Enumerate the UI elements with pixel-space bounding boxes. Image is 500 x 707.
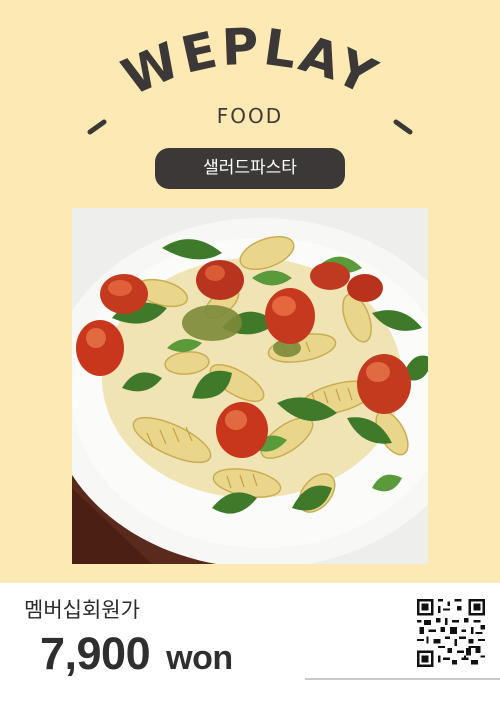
brand-subtitle: FOOD bbox=[216, 104, 284, 128]
salad-pasta-photo bbox=[72, 208, 428, 564]
price-amount: 7,900 bbox=[40, 628, 151, 679]
price: 7,900 won bbox=[40, 628, 233, 680]
divider bbox=[305, 678, 500, 680]
price-footer: 멤버십회원가 7,900 won bbox=[0, 583, 500, 707]
qr-code-icon[interactable] bbox=[417, 599, 485, 667]
poster-top: WEPLAY FOOD 샐러드파스타 bbox=[0, 0, 500, 583]
member-price-label: 멤버십회원가 bbox=[24, 598, 140, 622]
price-unit: won bbox=[166, 639, 233, 677]
menu-item-badge: 샐러드파스타 bbox=[155, 148, 345, 189]
food-illustration bbox=[72, 208, 428, 564]
brand-title: WEPLAY bbox=[114, 17, 387, 107]
